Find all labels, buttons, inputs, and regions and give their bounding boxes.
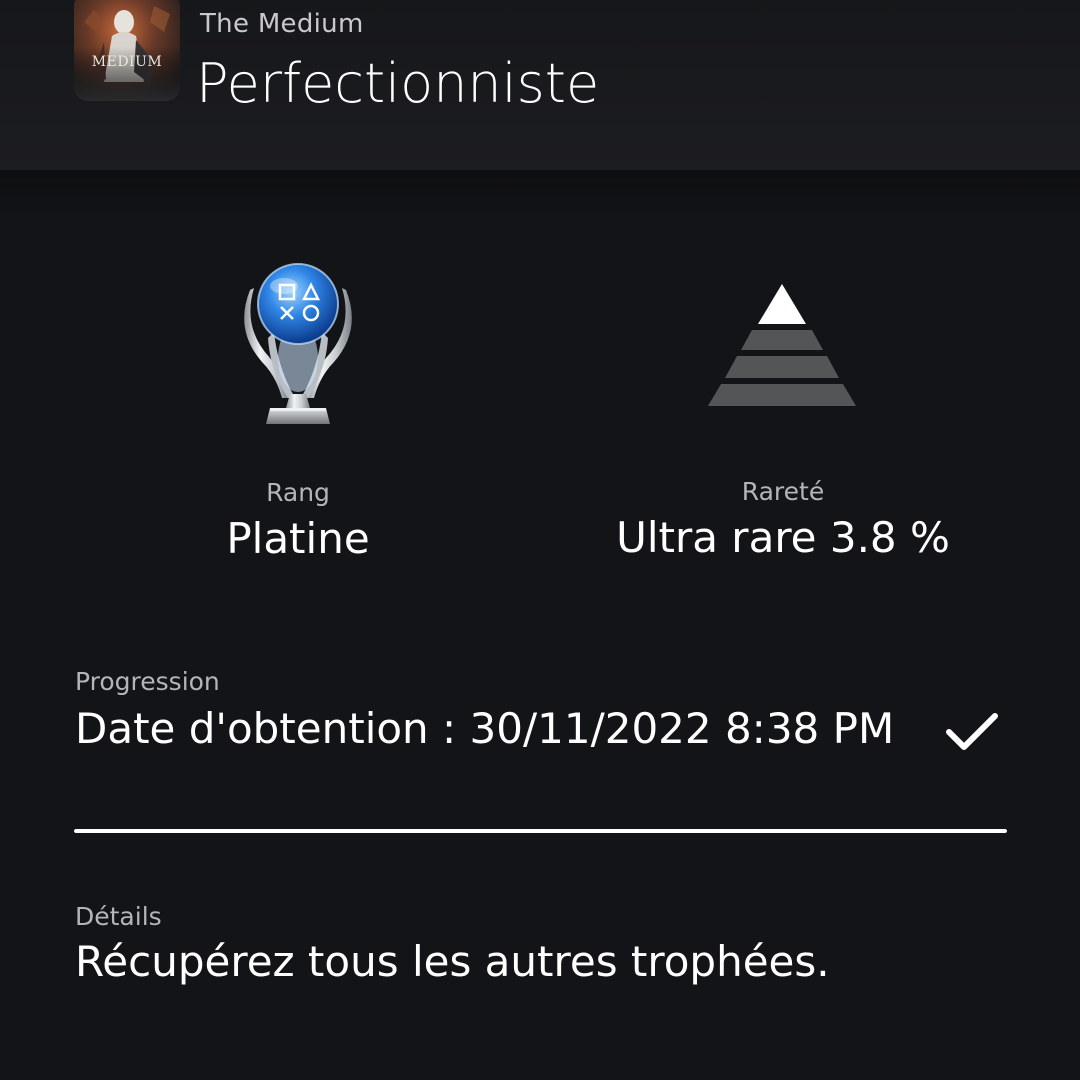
progress-bar xyxy=(74,829,1007,833)
trophy-title: Perfectionniste xyxy=(196,52,600,115)
header-shadow xyxy=(0,170,1080,220)
rarity-label: Rareté xyxy=(741,477,825,506)
checkmark-icon xyxy=(944,708,1000,756)
rarity-pyramid-icon xyxy=(706,282,858,408)
progress-bar-fill xyxy=(74,829,1007,833)
platinum-trophy-icon xyxy=(240,258,356,426)
game-cover-art: MEDIUM xyxy=(74,0,180,101)
game-title: The Medium xyxy=(200,9,364,39)
game-cover-art-text: MEDIUM xyxy=(92,54,162,70)
rank-value: Platine xyxy=(226,514,370,563)
rarity-value: Ultra rare 3.8 % xyxy=(616,513,950,562)
details-text: Récupérez tous les autres trophées. xyxy=(75,937,830,986)
earned-date-text: Date d'obtention : 30/11/2022 8:38 PM xyxy=(75,704,895,753)
trophy-header: MEDIUM The Medium Perfectionniste xyxy=(0,0,1080,170)
progress-label: Progression xyxy=(75,667,220,696)
rank-label: Rang xyxy=(266,478,330,507)
details-label: Détails xyxy=(75,902,162,931)
trophy-detail-screen: MEDIUM The Medium Perfectionniste Rang P… xyxy=(0,0,1080,1080)
